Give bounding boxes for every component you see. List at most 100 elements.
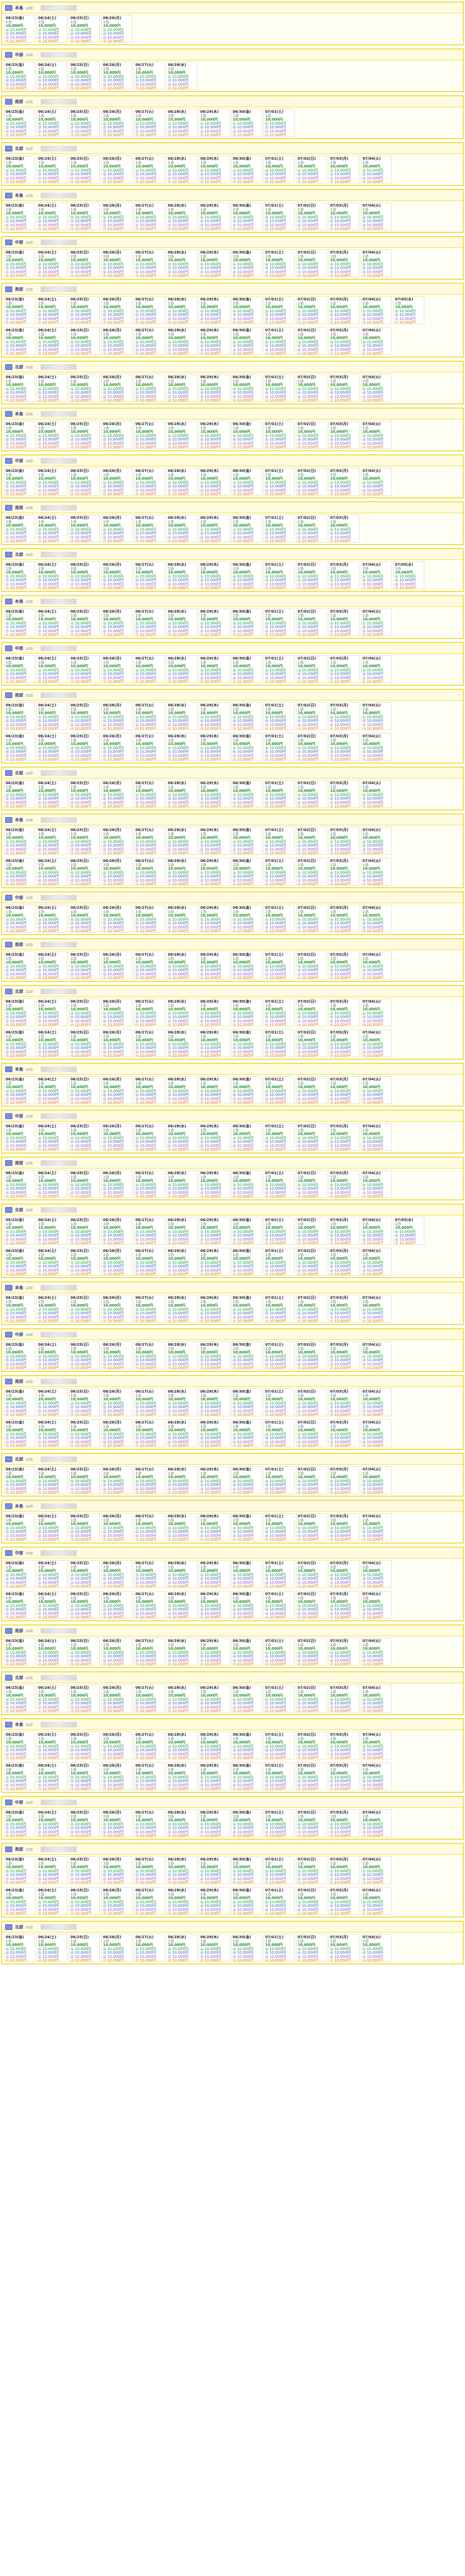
date-card[interactable]: 06/30(金) 1泊 10,000円 ◎ 10,000円 ◎ 10,000円 ◎ 10,… <box>231 562 262 589</box>
date-card[interactable]: 06/25(日) 1泊 10,000円 ◎ 10,000円 ◎ 10,000円 ◎ 10,… <box>69 1638 100 1666</box>
date-card[interactable]: 07/04(火) 1泊 10,000円 ◎ 10,000円 ◎ 10,000円 ◎ 10,… <box>361 296 392 324</box>
date-card[interactable]: 06/25(日) 1泊 10,000円 ◎ 10,000円 ◎ 10,000円 ◎ 10,… <box>69 1248 100 1276</box>
date-card[interactable]: 07/02(日) 1泊 10,000円 ◎ 10,000円 ◎ 10,000円 ◎ 10,… <box>296 608 327 636</box>
date-card[interactable]: 06/27(火) 1泊 10,000円 ◎ 10,000円 ◎ 10,000円 ◎ 10,… <box>134 1170 165 1198</box>
date-card[interactable]: 06/28(水) 1泊 10,000円 ◎ 10,000円 ◎ 10,000円 ◎ 10,… <box>166 1076 197 1104</box>
date-card[interactable]: 06/23(金) 1泊 10,000円 ◎ 10,000円 ◎ 10,000円 ◎ 10,… <box>4 952 35 979</box>
date-card[interactable]: 07/04(火) 1泊 10,000円 ◎ 10,000円 ◎ 10,000円 ◎ 10,… <box>361 1809 392 1837</box>
date-card[interactable]: 06/23(金) 1泊 10,000円 ◎ 10,000円 ◎ 10,000円 ◎ 10,… <box>4 421 35 449</box>
date-card[interactable]: 07/02(日) 1泊 10,000円 ◎ 10,000円 ◎ 10,000円 ◎ 10,… <box>296 1638 327 1666</box>
date-card[interactable]: 06/27(火) 1泊 10,000円 ◎ 10,000円 ◎ 10,000円 ◎ 10,… <box>134 998 165 1026</box>
date-card[interactable]: 06/24(土) 1泊 10,000円 ◎ 10,000円 ◎ 10,000円 ◎ 10,… <box>37 998 67 1026</box>
date-card[interactable]: 06/30(金) 1泊 10,000円 ◎ 10,000円 ◎ 10,000円 ◎ 10,… <box>231 733 262 761</box>
date-card[interactable]: 06/30(金) 1泊 10,000円 ◎ 10,000円 ◎ 10,000円 ◎ 10,… <box>231 998 262 1026</box>
date-card[interactable]: 06/26(月) 1泊 10,000円 ◎ 10,000円 ◎ 10,000円 ◎ 10,… <box>101 1856 132 1884</box>
date-card[interactable]: 07/03(月) 1泊 10,000円 ◎ 10,000円 ◎ 10,000円 ◎ 10,… <box>329 562 359 589</box>
date-card[interactable]: 07/01(土) 1泊 10,000円 ◎ 10,000円 ◎ 10,000円 ◎ 10,… <box>264 1217 295 1245</box>
date-card[interactable]: 06/25(日) 1泊 10,000円 ◎ 10,000円 ◎ 10,000円 ◎ 10,… <box>69 1887 100 1915</box>
date-card[interactable]: 06/28(水) 1泊 10,000円 ◎ 10,000円 ◎ 10,000円 ◎ 10,… <box>166 1513 197 1541</box>
date-card[interactable]: 07/01(土) 1泊 10,000円 ◎ 10,000円 ◎ 10,000円 ◎ 10,… <box>264 1029 295 1057</box>
date-card[interactable]: 07/03(月) 1泊 10,000円 ◎ 10,000円 ◎ 10,000円 ◎ 10,… <box>329 468 359 496</box>
date-card[interactable]: 07/01(土) 1泊 10,000円 ◎ 10,000円 ◎ 10,000円 ◎ 10,… <box>264 733 295 761</box>
date-card[interactable]: 07/01(土) 1泊 10,000円 ◎ 10,000円 ◎ 10,000円 ◎ 10,… <box>264 249 295 277</box>
date-card[interactable]: 06/23(金) 1泊 10,000円 ◎ 10,000円 ◎ 10,000円 ◎ 10,… <box>4 1856 35 1884</box>
date-card[interactable]: 06/24(土) 1泊 10,000円 ◎ 10,000円 ◎ 10,000円 ◎ 10,… <box>37 1809 67 1837</box>
date-card[interactable]: 07/04(火) 1泊 10,000円 ◎ 10,000円 ◎ 10,000円 ◎ 10,… <box>361 1248 392 1276</box>
date-card[interactable]: 07/03(月) 1泊 10,000円 ◎ 10,000円 ◎ 10,000円 ◎ 10,… <box>329 1342 359 1369</box>
date-card[interactable]: 06/25(日) 1泊 10,000円 ◎ 10,000円 ◎ 10,000円 ◎ 10,… <box>69 109 100 137</box>
date-card[interactable]: 06/26(月) 1泊 10,000円 ◎ 10,000円 ◎ 10,000円 ◎ 10,… <box>101 1934 132 1962</box>
date-card[interactable]: 06/28(水) 1泊 10,000円 ◎ 10,000円 ◎ 10,000円 ◎ 10,… <box>166 296 197 324</box>
date-card[interactable]: 06/29(木) 1泊 10,000円 ◎ 10,000円 ◎ 10,000円 ◎ 10,… <box>199 1560 230 1588</box>
date-card[interactable]: 06/26(月) 1泊 10,000円 ◎ 10,000円 ◎ 10,000円 ◎ 10,… <box>101 608 132 636</box>
date-card[interactable]: 06/23(金) 1泊 10,000円 ◎ 10,000円 ◎ 10,000円 ◎ 10,… <box>4 1809 35 1837</box>
date-card[interactable]: 06/25(日) 1泊 10,000円 ◎ 10,000円 ◎ 10,000円 ◎ 10,… <box>69 249 100 277</box>
date-card[interactable]: 07/01(土) 1泊 10,000円 ◎ 10,000円 ◎ 10,000円 ◎ 10,… <box>264 1295 295 1323</box>
date-card[interactable]: 06/29(木) 1泊 10,000円 ◎ 10,000円 ◎ 10,000円 ◎ 10,… <box>199 1591 230 1619</box>
date-card[interactable]: 06/24(土) 1泊 10,000円 ◎ 10,000円 ◎ 10,000円 ◎ 10,… <box>37 1762 67 1790</box>
date-card[interactable]: 06/27(火) 1泊 10,000円 ◎ 10,000円 ◎ 10,000円 ◎ 10,… <box>134 1248 165 1276</box>
date-card[interactable]: 06/25(日) 1泊 10,000円 ◎ 10,000円 ◎ 10,000円 ◎ 10,… <box>69 62 100 90</box>
date-card[interactable]: 07/04(火) 1泊 10,000円 ◎ 10,000円 ◎ 10,000円 ◎ 10,… <box>361 827 392 855</box>
date-card[interactable]: 07/01(土) 1泊 10,000円 ◎ 10,000円 ◎ 10,000円 ◎ 10,… <box>264 1170 295 1198</box>
date-card[interactable]: 07/04(火) 1泊 10,000円 ◎ 10,000円 ◎ 10,000円 ◎ 10,… <box>361 1560 392 1588</box>
date-card[interactable]: 06/25(日) 1泊 10,000円 ◎ 10,000円 ◎ 10,000円 ◎ 10,… <box>69 905 100 933</box>
date-card[interactable]: 06/23(金) 1泊 10,000円 ◎ 10,000円 ◎ 10,000円 ◎ 10,… <box>4 1513 35 1541</box>
date-card[interactable]: 06/29(木) 1泊 10,000円 ◎ 10,000円 ◎ 10,000円 ◎ 10,… <box>199 296 230 324</box>
date-card[interactable]: 06/29(木) 1泊 10,000円 ◎ 10,000円 ◎ 10,000円 ◎ 10,… <box>199 1685 230 1713</box>
date-card[interactable]: 06/29(木) 1泊 10,000円 ◎ 10,000円 ◎ 10,000円 ◎ 10,… <box>199 1638 230 1666</box>
date-card[interactable]: 07/01(土) 1泊 10,000円 ◎ 10,000円 ◎ 10,000円 ◎ 10,… <box>264 702 295 730</box>
date-card[interactable]: 06/27(火) 1泊 10,000円 ◎ 10,000円 ◎ 10,000円 ◎ 10,… <box>134 827 165 855</box>
date-card[interactable]: 07/03(月) 1泊 10,000円 ◎ 10,000円 ◎ 10,000円 ◎ 10,… <box>329 952 359 979</box>
date-card[interactable]: 06/27(火) 1泊 10,000円 ◎ 10,000円 ◎ 10,000円 ◎ 10,… <box>134 1342 165 1369</box>
date-card[interactable]: 06/30(金) 1泊 10,000円 ◎ 10,000円 ◎ 10,000円 ◎ 10,… <box>231 109 262 137</box>
date-card[interactable]: 06/26(月) 1泊 10,000円 ◎ 10,000円 ◎ 10,000円 ◎ 10,… <box>101 1809 132 1837</box>
date-card[interactable]: 06/29(木) 1泊 10,000円 ◎ 10,000円 ◎ 10,000円 ◎ 10,… <box>199 1762 230 1790</box>
date-card[interactable]: 07/02(日) 1泊 10,000円 ◎ 10,000円 ◎ 10,000円 ◎ 10,… <box>296 1513 327 1541</box>
date-card[interactable]: 07/03(月) 1泊 10,000円 ◎ 10,000円 ◎ 10,000円 ◎ 10,… <box>329 1029 359 1057</box>
date-card[interactable]: 06/29(木) 1泊 10,000円 ◎ 10,000円 ◎ 10,000円 ◎ 10,… <box>199 608 230 636</box>
date-card[interactable]: 06/27(火) 1泊 10,000円 ◎ 10,000円 ◎ 10,000円 ◎ 10,… <box>134 62 165 90</box>
date-card[interactable]: 06/29(木) 1泊 10,000円 ◎ 10,000円 ◎ 10,000円 ◎ 10,… <box>199 1170 230 1198</box>
date-card[interactable]: 06/30(金) 1泊 10,000円 ◎ 10,000円 ◎ 10,000円 ◎ 10,… <box>231 1342 262 1369</box>
date-card[interactable]: 07/05(水) 1泊 10,000円 ◎ 10,000円 ◎ 10,000円 ◎ 10,… <box>393 296 424 324</box>
date-card[interactable]: 06/27(火) 1泊 10,000円 ◎ 10,000円 ◎ 10,000円 ◎ 10,… <box>134 780 165 808</box>
date-card[interactable]: 06/25(日) 1泊 10,000円 ◎ 10,000円 ◎ 10,000円 ◎ 10,… <box>69 1513 100 1541</box>
date-card[interactable]: 07/02(日) 1泊 10,000円 ◎ 10,000円 ◎ 10,000円 ◎ 10,… <box>296 1123 327 1151</box>
date-card[interactable]: 06/24(土) 1泊 10,000円 ◎ 10,000円 ◎ 10,000円 ◎ 10,… <box>37 1732 67 1759</box>
date-card[interactable]: 06/28(水) 1泊 10,000円 ◎ 10,000円 ◎ 10,000円 ◎ 10,… <box>166 1809 197 1837</box>
date-card[interactable]: 06/24(土) 1泊 10,000円 ◎ 10,000円 ◎ 10,000円 ◎ 10,… <box>37 1513 67 1541</box>
date-card[interactable]: 06/27(火) 1泊 10,000円 ◎ 10,000円 ◎ 10,000円 ◎ 10,… <box>134 1295 165 1323</box>
date-card[interactable]: 06/24(土) 1泊 10,000円 ◎ 10,000円 ◎ 10,000円 ◎ 10,… <box>37 1419 67 1447</box>
date-card[interactable]: 07/03(月) 1泊 10,000円 ◎ 10,000円 ◎ 10,000円 ◎ 10,… <box>329 249 359 277</box>
date-card[interactable]: 06/25(日) 1泊 10,000円 ◎ 10,000円 ◎ 10,000円 ◎ 10,… <box>69 827 100 855</box>
date-card[interactable]: 07/03(月) 1泊 10,000円 ◎ 10,000円 ◎ 10,000円 ◎ 10,… <box>329 202 359 230</box>
date-card[interactable]: 07/02(日) 1泊 10,000円 ◎ 10,000円 ◎ 10,000円 ◎ 10,… <box>296 1762 327 1790</box>
date-card[interactable]: 07/03(月) 1泊 10,000円 ◎ 10,000円 ◎ 10,000円 ◎ 10,… <box>329 1934 359 1962</box>
date-card[interactable]: 07/03(月) 1泊 10,000円 ◎ 10,000円 ◎ 10,000円 ◎ 10,… <box>329 1217 359 1245</box>
date-card[interactable]: 06/24(土) 1泊 10,000円 ◎ 10,000円 ◎ 10,000円 ◎ 10,… <box>37 1560 67 1588</box>
date-card[interactable]: 06/26(月) 1泊 10,000円 ◎ 10,000円 ◎ 10,000円 ◎ 10,… <box>101 62 132 90</box>
date-card[interactable]: 06/25(日) 1泊 10,000円 ◎ 10,000円 ◎ 10,000円 ◎ 10,… <box>69 1732 100 1759</box>
date-card[interactable]: 06/23(金) 1泊 10,000円 ◎ 10,000円 ◎ 10,000円 ◎ 10,… <box>4 1466 35 1494</box>
date-card[interactable]: 06/30(金) 1泊 10,000円 ◎ 10,000円 ◎ 10,000円 ◎ 10,… <box>231 1029 262 1057</box>
date-card[interactable]: 06/27(火) 1泊 10,000円 ◎ 10,000円 ◎ 10,000円 ◎ 10,… <box>134 1388 165 1416</box>
date-card[interactable]: 06/24(土) 1泊 10,000円 ◎ 10,000円 ◎ 10,000円 ◎ 10,… <box>37 15 67 43</box>
date-card[interactable]: 07/02(日) 1泊 10,000円 ◎ 10,000円 ◎ 10,000円 ◎ 10,… <box>296 1856 327 1884</box>
date-card[interactable]: 07/05(水) 1泊 10,000円 ◎ 10,000円 ◎ 10,000円 ◎ 10,… <box>393 562 424 589</box>
date-card[interactable]: 06/26(月) 1泊 10,000円 ◎ 10,000円 ◎ 10,000円 ◎ 10,… <box>101 655 132 683</box>
date-card[interactable]: 07/01(土) 1泊 10,000円 ◎ 10,000円 ◎ 10,000円 ◎ 10,… <box>264 608 295 636</box>
date-card[interactable]: 06/28(水) 1泊 10,000円 ◎ 10,000円 ◎ 10,000円 ◎ 10,… <box>166 998 197 1026</box>
date-card[interactable]: 06/26(月) 1泊 10,000円 ◎ 10,000円 ◎ 10,000円 ◎ 10,… <box>101 249 132 277</box>
date-card[interactable]: 06/26(月) 1泊 10,000円 ◎ 10,000円 ◎ 10,000円 ◎ 10,… <box>101 1388 132 1416</box>
date-card[interactable]: 06/24(土) 1泊 10,000円 ◎ 10,000円 ◎ 10,000円 ◎ 10,… <box>37 1342 67 1369</box>
date-card[interactable]: 07/02(日) 1泊 10,000円 ◎ 10,000円 ◎ 10,000円 ◎ 10,… <box>296 296 327 324</box>
date-card[interactable]: 06/30(金) 1泊 10,000円 ◎ 10,000円 ◎ 10,000円 ◎ 10,… <box>231 515 262 543</box>
date-card[interactable]: 06/24(土) 1泊 10,000円 ◎ 10,000円 ◎ 10,000円 ◎ 10,… <box>37 780 67 808</box>
date-card[interactable]: 06/25(日) 1泊 10,000円 ◎ 10,000円 ◎ 10,000円 ◎ 10,… <box>69 156 100 183</box>
date-card[interactable]: 06/30(金) 1泊 10,000円 ◎ 10,000円 ◎ 10,000円 ◎ 10,… <box>231 1076 262 1104</box>
date-card[interactable]: 06/28(水) 1泊 10,000円 ◎ 10,000円 ◎ 10,000円 ◎ 10,… <box>166 109 197 137</box>
date-card[interactable]: 06/23(金) 1泊 10,000円 ◎ 10,000円 ◎ 10,000円 ◎ 10,… <box>4 62 35 90</box>
date-card[interactable]: 07/02(日) 1泊 10,000円 ◎ 10,000円 ◎ 10,000円 ◎ 10,… <box>296 1887 327 1915</box>
date-card[interactable]: 06/28(水) 1泊 10,000円 ◎ 10,000円 ◎ 10,000円 ◎ 10,… <box>166 780 197 808</box>
